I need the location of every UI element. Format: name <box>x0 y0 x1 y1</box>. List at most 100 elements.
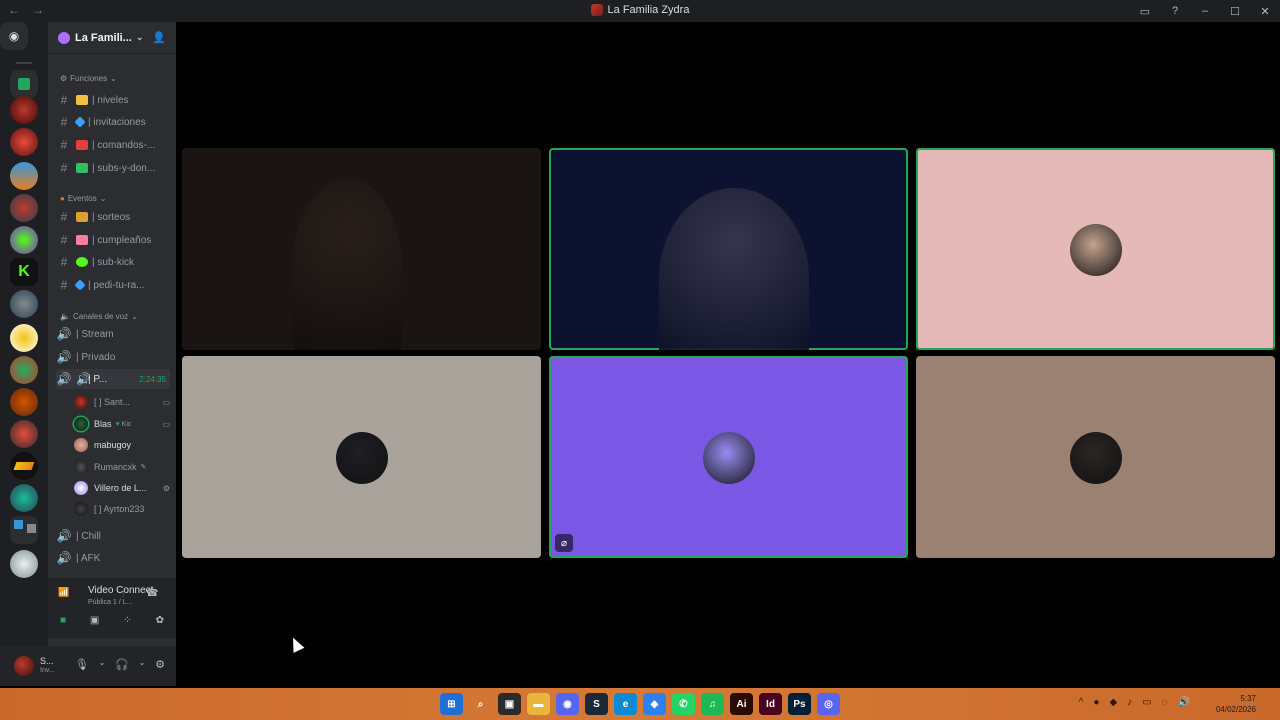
channel-niveles[interactable]: # | niveles <box>56 90 170 110</box>
category-canales-de-voz[interactable]: 🔈 Canales de voz ⌄ <box>60 312 138 321</box>
hash-icon: # <box>60 255 68 269</box>
taskbar-app-icon[interactable]: Id <box>759 693 782 715</box>
video-tile[interactable] <box>549 148 908 350</box>
voice-user[interactable]: Villero de L... ⚙ <box>74 478 170 498</box>
microphone-icon[interactable]: 🎙 <box>75 658 89 671</box>
screenshare-icon[interactable]: ▣ <box>90 615 99 626</box>
server-icon[interactable] <box>10 96 38 124</box>
server-icon[interactable] <box>10 452 38 480</box>
taskbar-app-icon[interactable]: ▣ <box>498 693 521 715</box>
channel-sub-kick[interactable]: # | sub-kick <box>56 252 170 272</box>
server-icon[interactable] <box>10 484 38 512</box>
gear-icon: ⚙ <box>60 74 68 83</box>
video-tile[interactable]: ⌀ <box>549 356 908 558</box>
channel-pedi-tu-rango[interactable]: # | pedi-tu-ra... <box>56 275 170 295</box>
taskbar-app-icon[interactable]: e <box>614 693 637 715</box>
clock-date: 04/02/2026 <box>1215 705 1256 714</box>
server-icon[interactable] <box>10 226 38 254</box>
server-badge-icon <box>58 31 70 44</box>
taskbar-app-icon[interactable]: ⊞ <box>440 693 463 715</box>
voice-channel-chill[interactable]: 🔊 | Chill <box>56 526 170 546</box>
channel-subs-y-donaciones[interactable]: # | subs-y-don... <box>56 158 170 178</box>
voice-user[interactable]: mabugoy <box>74 435 170 455</box>
close-button[interactable]: ✕ <box>1250 5 1280 18</box>
voice-channel-name[interactable]: Pública 1 / L... <box>88 599 132 606</box>
server-icon[interactable] <box>10 420 38 448</box>
voice-channel-afk[interactable]: 🔊 | AFK <box>56 548 170 568</box>
headphones-icon[interactable]: 🎧 <box>115 658 129 671</box>
maximize-button[interactable]: ☐ <box>1220 5 1250 18</box>
discord-home-icon[interactable]: ◉ <box>0 22 28 50</box>
voice-channel-publica[interactable]: 🔊 🔊 | P... 2:24:35 <box>56 369 170 389</box>
server-icon[interactable] <box>10 550 38 578</box>
channel-invitaciones[interactable]: # | invitaciones <box>56 112 170 132</box>
category-eventos[interactable]: ● Eventos ⌄ <box>60 194 106 203</box>
avatar[interactable] <box>14 656 34 676</box>
taskbar-app-icon[interactable]: ♫ <box>701 693 724 715</box>
server-icon[interactable] <box>10 128 38 156</box>
activities-icon[interactable]: ⁘ <box>123 615 131 626</box>
voice-user[interactable]: [ ] Sant... ▭ <box>74 392 170 412</box>
tray-icon[interactable]: ♪ <box>1127 697 1132 708</box>
speaker-icon: 🔊 <box>56 327 72 341</box>
server-icon[interactable] <box>10 324 38 352</box>
hash-icon: # <box>60 210 68 224</box>
server-icon[interactable] <box>10 356 38 384</box>
gear-icon[interactable]: ⚙ <box>155 658 165 671</box>
voice-channel-stream[interactable]: 🔊 | Stream <box>56 324 170 344</box>
tray-icon[interactable]: ▭ <box>1142 697 1151 708</box>
channel-comandos[interactable]: # | comandos-... <box>56 135 170 155</box>
server-icon[interactable] <box>10 70 38 98</box>
noise-suppression-icon[interactable]: ⫶ <box>122 589 124 600</box>
server-icon[interactable] <box>10 194 38 222</box>
taskbar-app-icon[interactable]: ◆ <box>643 693 666 715</box>
taskbar-app-icon[interactable]: ✆ <box>672 693 695 715</box>
avatar <box>1070 224 1122 276</box>
taskbar-app-icon[interactable]: ◉ <box>556 693 579 715</box>
minimize-button[interactable]: – <box>1190 5 1220 17</box>
server-header[interactable]: La Famili... ⌄ 👤 <box>48 22 176 54</box>
channel-emoji-icon <box>74 116 86 128</box>
server-icon[interactable] <box>10 162 38 190</box>
kick-server-icon[interactable]: K <box>10 258 38 286</box>
voice-user[interactable]: Rumancxk ✎ <box>74 457 170 477</box>
video-tile[interactable] <box>916 148 1275 350</box>
voice-channel-privado[interactable]: 🔊 | Privado <box>56 347 170 367</box>
channel-sorteos[interactable]: # | sorteos <box>56 207 170 227</box>
category-funciones[interactable]: ⚙ Funciones ⌄ <box>60 74 117 83</box>
server-folder-icon[interactable] <box>10 516 38 544</box>
video-tile[interactable] <box>182 356 541 558</box>
taskbar-app-icon[interactable]: Ps <box>788 693 811 715</box>
chevron-down-icon[interactable]: ⌄ <box>99 658 106 671</box>
invite-people-icon[interactable]: 👤 <box>152 31 166 44</box>
tray-icon[interactable]: ^ <box>1079 697 1084 708</box>
disconnect-icon[interactable]: ☎ <box>146 588 158 599</box>
tray-icon[interactable]: ◌ <box>1162 697 1168 708</box>
inbox-icon[interactable]: ▭ <box>1130 5 1160 18</box>
taskbar: ⊞ ⌕ ▣ ▬ ◉ Se ◆ ✆ ♫ Ai Id Ps ◎ ^ ● ◆ ♪ ▭ ◌ 🔊 5:37 04/02/202… <box>0 688 1280 720</box>
taskbar-app-icon[interactable]: ▬ <box>527 693 550 715</box>
chevron-down-icon[interactable]: ⌄ <box>139 658 146 671</box>
tray-icon[interactable]: 🔊 <box>1178 697 1190 708</box>
taskbar-app-icon[interactable]: S <box>585 693 608 715</box>
server-icon[interactable] <box>10 388 38 416</box>
help-icon[interactable]: ? <box>1160 5 1190 17</box>
username: S... <box>40 656 54 666</box>
taskbar-app-icon[interactable]: ◎ <box>817 693 840 715</box>
taskbar-app-icon[interactable]: Ai <box>730 693 753 715</box>
channel-cumpleanos[interactable]: # | cumpleaños <box>56 230 170 250</box>
voice-user[interactable]: Blas ♥ Kic ▭ <box>74 414 170 434</box>
soundboard-icon[interactable]: ✿ <box>156 615 164 626</box>
clock[interactable]: 5:37 04/02/2026 <box>1216 693 1256 715</box>
voice-user[interactable]: [ ] Ayrton233 <box>74 499 170 519</box>
video-tile[interactable] <box>182 148 541 350</box>
tray-icon[interactable]: ◆ <box>1109 697 1117 708</box>
channel-emoji-icon <box>76 163 88 173</box>
video-tile[interactable] <box>916 356 1275 558</box>
clock-time: 5:37 <box>1240 694 1256 703</box>
camera-icon[interactable]: ■ <box>60 615 66 626</box>
taskbar-app-icon[interactable]: ⌕ <box>469 693 492 715</box>
server-icon[interactable] <box>10 290 38 318</box>
tray-icon[interactable]: ● <box>1093 697 1099 708</box>
hash-icon: # <box>60 161 68 175</box>
